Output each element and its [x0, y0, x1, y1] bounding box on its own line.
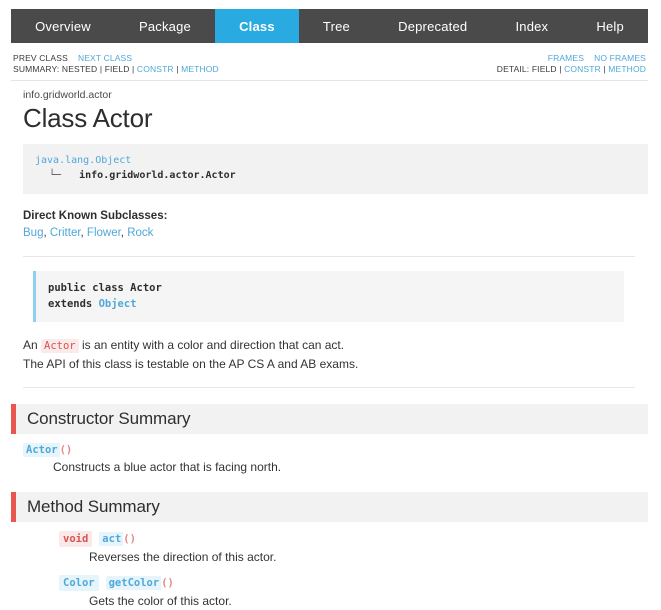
constructor-name-link[interactable]: Actor: [23, 443, 60, 457]
nav-tab-tree[interactable]: Tree: [299, 9, 374, 43]
summary-separator-2: |: [132, 64, 135, 74]
summary-field-link: FIELD: [104, 64, 130, 74]
nav-tab-package[interactable]: Package: [115, 9, 215, 43]
method-summary-header: Method Summary: [11, 492, 648, 522]
subclass-link-flower[interactable]: Flower: [87, 227, 121, 239]
subclass-link-bug[interactable]: Bug: [23, 227, 43, 239]
sub-navigation-divider: [11, 80, 648, 81]
method-entry-act: void act() Reverses the direction of this…: [11, 531, 648, 566]
nav-tab-class[interactable]: Class: [215, 9, 299, 43]
nav-tab-package-label: Package: [138, 18, 191, 34]
nav-tab-help-label: Help: [596, 18, 624, 34]
frames-toggle: FRAMES NO FRAMES: [548, 53, 646, 64]
method-description-act: Reverses the direction of this actor.: [89, 550, 277, 564]
detail-field-link: FIELD: [531, 64, 557, 74]
inheritance-tree: java.lang.Object └─ info.gridworld.actor…: [23, 144, 648, 194]
top-navigation-bar: Overview Package Class Tree Deprecated I…: [11, 9, 648, 43]
method-summary-title: Method Summary: [27, 497, 160, 516]
constructor-summary-header: Constructor Summary: [11, 404, 648, 434]
detail-separator-1: |: [559, 64, 562, 74]
package-name: info.gridworld.actor: [23, 89, 112, 101]
sub-navigation-row-two: SUMMARY: NESTED | FIELD | CONSTR | METHO…: [11, 64, 648, 75]
description-text-after: is an entity with a color and direction …: [78, 338, 345, 352]
class-description-line-two: The API of this class is testable on the…: [23, 357, 359, 371]
subclasses-label: Direct Known Subclasses:: [23, 210, 168, 222]
content-divider-two: [23, 387, 635, 388]
nav-tab-overview-label: Overview: [35, 18, 91, 34]
class-description: An Actor is an entity with a color and d…: [23, 336, 648, 373]
method-parens-getcolor: (): [161, 577, 174, 589]
inheritance-root-row: java.lang.Object: [35, 153, 636, 168]
no-frames-link[interactable]: NO FRAMES: [594, 53, 646, 63]
main-content: info.gridworld.actor Class Actor java.la…: [11, 88, 648, 610]
class-declaration-line-two: extends Object: [48, 296, 612, 312]
summary-separator-3: |: [176, 64, 179, 74]
class-declaration-line-one: public class Actor: [48, 282, 162, 294]
inheritance-child-row: └─ info.gridworld.actor.Actor: [35, 168, 636, 183]
nav-tab-help[interactable]: Help: [572, 9, 648, 43]
direct-known-subclasses: Direct Known Subclasses: Bug, Critter, F…: [23, 208, 648, 242]
page-title: Class Actor: [23, 103, 153, 133]
tree-branch-icon: └─: [49, 170, 62, 181]
detail-label: DETAIL:: [496, 64, 530, 74]
constructor-description: Constructs a blue actor that is facing n…: [53, 460, 282, 474]
summary-separator-1: |: [99, 64, 103, 74]
method-signature-act: void act(): [11, 531, 648, 547]
content-divider-one: [23, 256, 635, 257]
subclass-link-critter[interactable]: Critter: [50, 227, 81, 239]
constructor-parens: (): [59, 444, 73, 456]
summary-label: SUMMARY:: [13, 64, 60, 74]
nav-tab-deprecated[interactable]: Deprecated: [374, 9, 491, 43]
detail-separator-2: |: [603, 64, 606, 74]
extends-type-link[interactable]: Object: [99, 298, 137, 310]
detail-method-link[interactable]: METHOD: [608, 64, 646, 74]
class-description-line-one: An Actor is an entity with a color and d…: [23, 336, 648, 355]
method-parens-act: (): [123, 533, 136, 545]
summary-constr-link[interactable]: CONSTR: [137, 64, 174, 74]
method-return-type-act: void: [59, 531, 93, 547]
description-text-before: An: [23, 338, 42, 352]
inline-code-actor: Actor: [41, 339, 79, 353]
nav-tab-tree-label: Tree: [322, 18, 350, 34]
method-return-type-getcolor: Color: [59, 575, 99, 591]
subclass-link-rock[interactable]: Rock: [127, 227, 153, 239]
method-name-link-act[interactable]: act: [99, 532, 124, 546]
summary-method-link[interactable]: METHOD: [181, 64, 219, 74]
sub-navigation-row-one: PREV CLASS NEXT CLASS FRAMES NO FRAMES: [11, 53, 648, 64]
next-class-link[interactable]: NEXT CLASS: [78, 53, 132, 63]
constructor-entry: Actor() Constructs a blue actor that is …: [11, 443, 648, 476]
nav-tab-index[interactable]: Index: [491, 9, 572, 43]
constructor-summary-title: Constructor Summary: [27, 409, 191, 428]
inheritance-root-link[interactable]: java.lang.Object: [35, 155, 131, 166]
class-declaration: public class Actor extends Object: [33, 271, 624, 322]
summary-links: SUMMARY: NESTED | FIELD | CONSTR | METHO…: [13, 64, 219, 75]
summary-nested-link: NESTED: [61, 64, 98, 74]
method-description-getcolor: Gets the color of this actor.: [89, 594, 232, 608]
constructor-signature: Actor(): [11, 443, 648, 457]
nav-tab-class-label: Class: [239, 18, 275, 34]
subclasses-list: Bug, Critter, Flower, Rock: [23, 225, 648, 242]
method-entry-getcolor: Color getColor() Gets the color of this a…: [11, 575, 648, 610]
nav-tab-deprecated-label: Deprecated: [398, 18, 468, 34]
detail-constr-link[interactable]: CONSTR: [564, 64, 601, 74]
extends-keyword: extends: [48, 298, 93, 310]
frames-link[interactable]: FRAMES: [548, 53, 584, 63]
sub-navigation: PREV CLASS NEXT CLASS FRAMES NO FRAMES S…: [11, 53, 648, 75]
inheritance-child-name: info.gridworld.actor.Actor: [79, 170, 236, 181]
detail-links: DETAIL: FIELD | CONSTR | METHOD: [497, 64, 646, 75]
prev-class-link[interactable]: PREV CLASS: [13, 53, 68, 63]
nav-tab-overview[interactable]: Overview: [11, 9, 115, 43]
class-pager: PREV CLASS NEXT CLASS: [13, 53, 132, 64]
method-signature-getcolor: Color getColor(): [11, 575, 648, 591]
method-name-link-getcolor[interactable]: getColor: [105, 576, 162, 590]
nav-tab-index-label: Index: [515, 18, 549, 34]
